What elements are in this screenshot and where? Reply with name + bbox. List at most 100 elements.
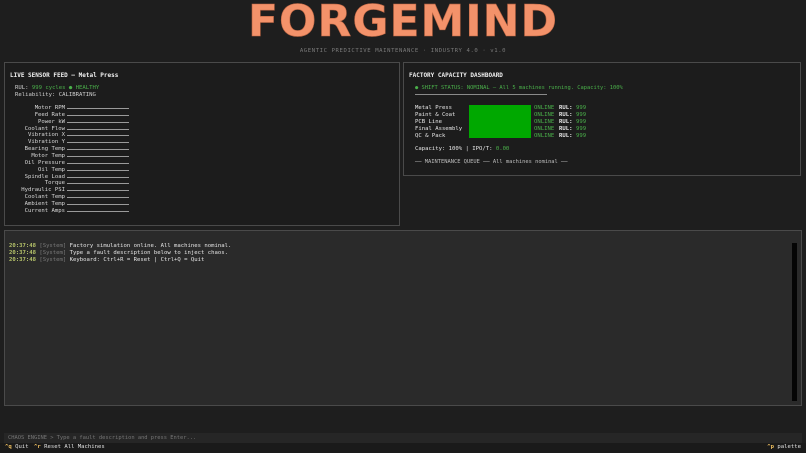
sensor-bar — [67, 128, 129, 130]
sensor-bar — [67, 149, 129, 151]
machine-rul-label: RUL: — [559, 105, 573, 111]
sensor-bar — [67, 197, 129, 199]
palette-label: palette — [777, 444, 801, 450]
sensor-bar — [67, 210, 129, 212]
sensor-label: Motor RPM — [34, 105, 65, 111]
log-source: [System] — [39, 257, 67, 263]
divider — [415, 94, 547, 95]
sensor-panel-title: LIVE SENSOR FEED — Metal Press — [10, 72, 119, 79]
machine-rul-value: 999 — [576, 105, 587, 111]
log-line: 20:37:48 [System] Factory simulation onl… — [9, 243, 231, 249]
sensor-label: Torque — [44, 180, 65, 187]
sensor-label: Feed Rate — [34, 111, 65, 118]
machine-row: QC & Pack ONLINE RUL: 999 — [415, 133, 795, 140]
capacity-text: Capacity: 100% | IPO/T: — [415, 146, 496, 152]
sensor-bar — [67, 155, 129, 157]
palette-shortcut[interactable]: ^p palette — [767, 444, 801, 450]
log-message: Keyboard: Ctrl+R = Reset | Ctrl+Q = Quit — [69, 257, 205, 263]
machine-status: ONLINE — [534, 118, 555, 125]
rul-value: 999 cycles ● HEALTHY — [31, 85, 100, 91]
chaos-engine-bar[interactable] — [4, 433, 802, 443]
sensor-feed-panel: LIVE SENSOR FEED — Metal Press RUL: 999 … — [4, 62, 400, 226]
sensor-bar — [67, 135, 129, 137]
log-line: 20:37:48 [System] Type a fault descripti… — [9, 250, 228, 256]
sensor-label: Current Amps — [24, 207, 65, 214]
sensor-bar — [67, 142, 129, 144]
machine-name: PCB Line — [415, 118, 442, 125]
chaos-engine-input[interactable] — [8, 435, 788, 441]
event-log-panel[interactable]: 20:37:48 [System] Factory simulation onl… — [4, 230, 802, 406]
sensor-bar — [67, 169, 129, 171]
machine-rul-label: RUL: — [559, 118, 573, 125]
machine-status: ONLINE — [534, 105, 555, 111]
capacity-line: Capacity: 100% | IPO/T: 0.00 — [415, 146, 509, 152]
machine-rul-value: 999 — [576, 132, 587, 139]
sensor-bar — [67, 162, 129, 164]
sensor-label: Vibration X — [27, 132, 65, 139]
sensor-bar — [67, 108, 129, 109]
log-source: [System] — [39, 250, 67, 256]
quit-shortcut[interactable]: ^q Quit — [5, 444, 29, 450]
machine-name: Paint & Coat — [415, 111, 456, 118]
machine-rul-value: 999 — [576, 125, 587, 132]
sensor-label: Vibration Y — [27, 139, 65, 146]
palette-key: ^p — [767, 444, 775, 450]
footer-bar: ^q Quit ^r Reset All Machines ^p palette — [0, 443, 806, 453]
log-line: 20:37:48 [System] Keyboard: Ctrl+R = Res… — [9, 257, 204, 263]
machine-rul-value: 999 — [576, 111, 587, 118]
log-message: Type a fault description below to inject… — [69, 250, 228, 256]
reliability-line: Reliability: CALIBRATING — [15, 92, 96, 98]
rul-label: RUL: — [15, 85, 29, 91]
machine-status: ONLINE — [534, 111, 555, 118]
machine-name: Metal Press — [415, 105, 453, 111]
machine-status: ONLINE — [534, 125, 555, 132]
reset-label: Reset All Machines — [44, 444, 105, 450]
quit-key: ^q — [5, 444, 12, 450]
app-subtitle: AGENTIC PREDICTIVE MAINTENANCE · INDUSTR… — [299, 48, 507, 54]
sensor-label: Hydraulic PSI — [21, 187, 65, 194]
sensor-label: Motor Temp — [31, 152, 65, 159]
log-scrollbar[interactable] — [792, 243, 797, 401]
rul-line: RUL: 999 cycles ● HEALTHY — [15, 85, 99, 91]
sensor-bar — [67, 183, 129, 185]
app-logo: FORGEMIND — [247, 0, 559, 47]
log-timestamp: 20:37:48 — [9, 250, 36, 256]
sensor-bar — [67, 190, 129, 192]
sensor-label: Spindle Load — [24, 173, 65, 180]
shift-status: ● SHIFT STATUS: NOMINAL — All 5 machines… — [415, 85, 623, 91]
reset-key: ^r — [34, 444, 41, 450]
log-message: Factory simulation online. All machines … — [69, 243, 232, 249]
sensor-label: Oil Pressure — [24, 159, 65, 166]
reset-shortcut[interactable]: ^r Reset All Machines — [34, 444, 105, 450]
header-banner: FORGEMIND AGENTIC PREDICTIVE MAINTENANCE… — [0, 0, 806, 60]
sensor-row: Current Amps — [5, 208, 205, 215]
maintenance-queue: ── MAINTENANCE QUEUE ── All machines nom… — [415, 159, 568, 165]
sensor-label: Oil Temp — [38, 166, 65, 173]
machine-rul-label: RUL: — [559, 111, 573, 118]
quit-label: Quit — [15, 444, 29, 450]
sensor-bar — [67, 203, 129, 205]
machine-name: Final Assembly — [415, 125, 463, 132]
sensor-bar — [67, 121, 129, 123]
sensor-label: Bearing Temp — [24, 146, 65, 153]
ipo-value: 0.00 — [495, 146, 510, 152]
capacity-panel-title: FACTORY CAPACITY DASHBOARD — [409, 72, 503, 79]
sensor-label: Coolant Temp — [24, 194, 65, 201]
sensor-bar — [67, 114, 129, 116]
sensor-bar — [67, 176, 129, 178]
reliability-value: CALIBRATING — [58, 92, 96, 98]
reliability-label: Reliability: — [15, 92, 56, 98]
sensor-label: Power kW — [38, 118, 65, 125]
log-timestamp: 20:37:48 — [9, 243, 36, 249]
machine-rul-label: RUL: — [559, 132, 573, 139]
log-source: [System] — [39, 243, 67, 249]
machine-rul-value: 999 — [576, 118, 587, 125]
log-timestamp: 20:37:48 — [9, 257, 36, 263]
machine-name: QC & Pack — [415, 132, 446, 139]
capacity-dashboard-panel: FACTORY CAPACITY DASHBOARD ● SHIFT STATU… — [403, 62, 801, 176]
sensor-label: Coolant Flow — [24, 125, 65, 132]
sensor-label: Ambient Temp — [24, 200, 65, 207]
machine-rul-label: RUL: — [559, 125, 573, 132]
spacer — [0, 407, 806, 431]
machine-status: ONLINE — [534, 132, 555, 139]
